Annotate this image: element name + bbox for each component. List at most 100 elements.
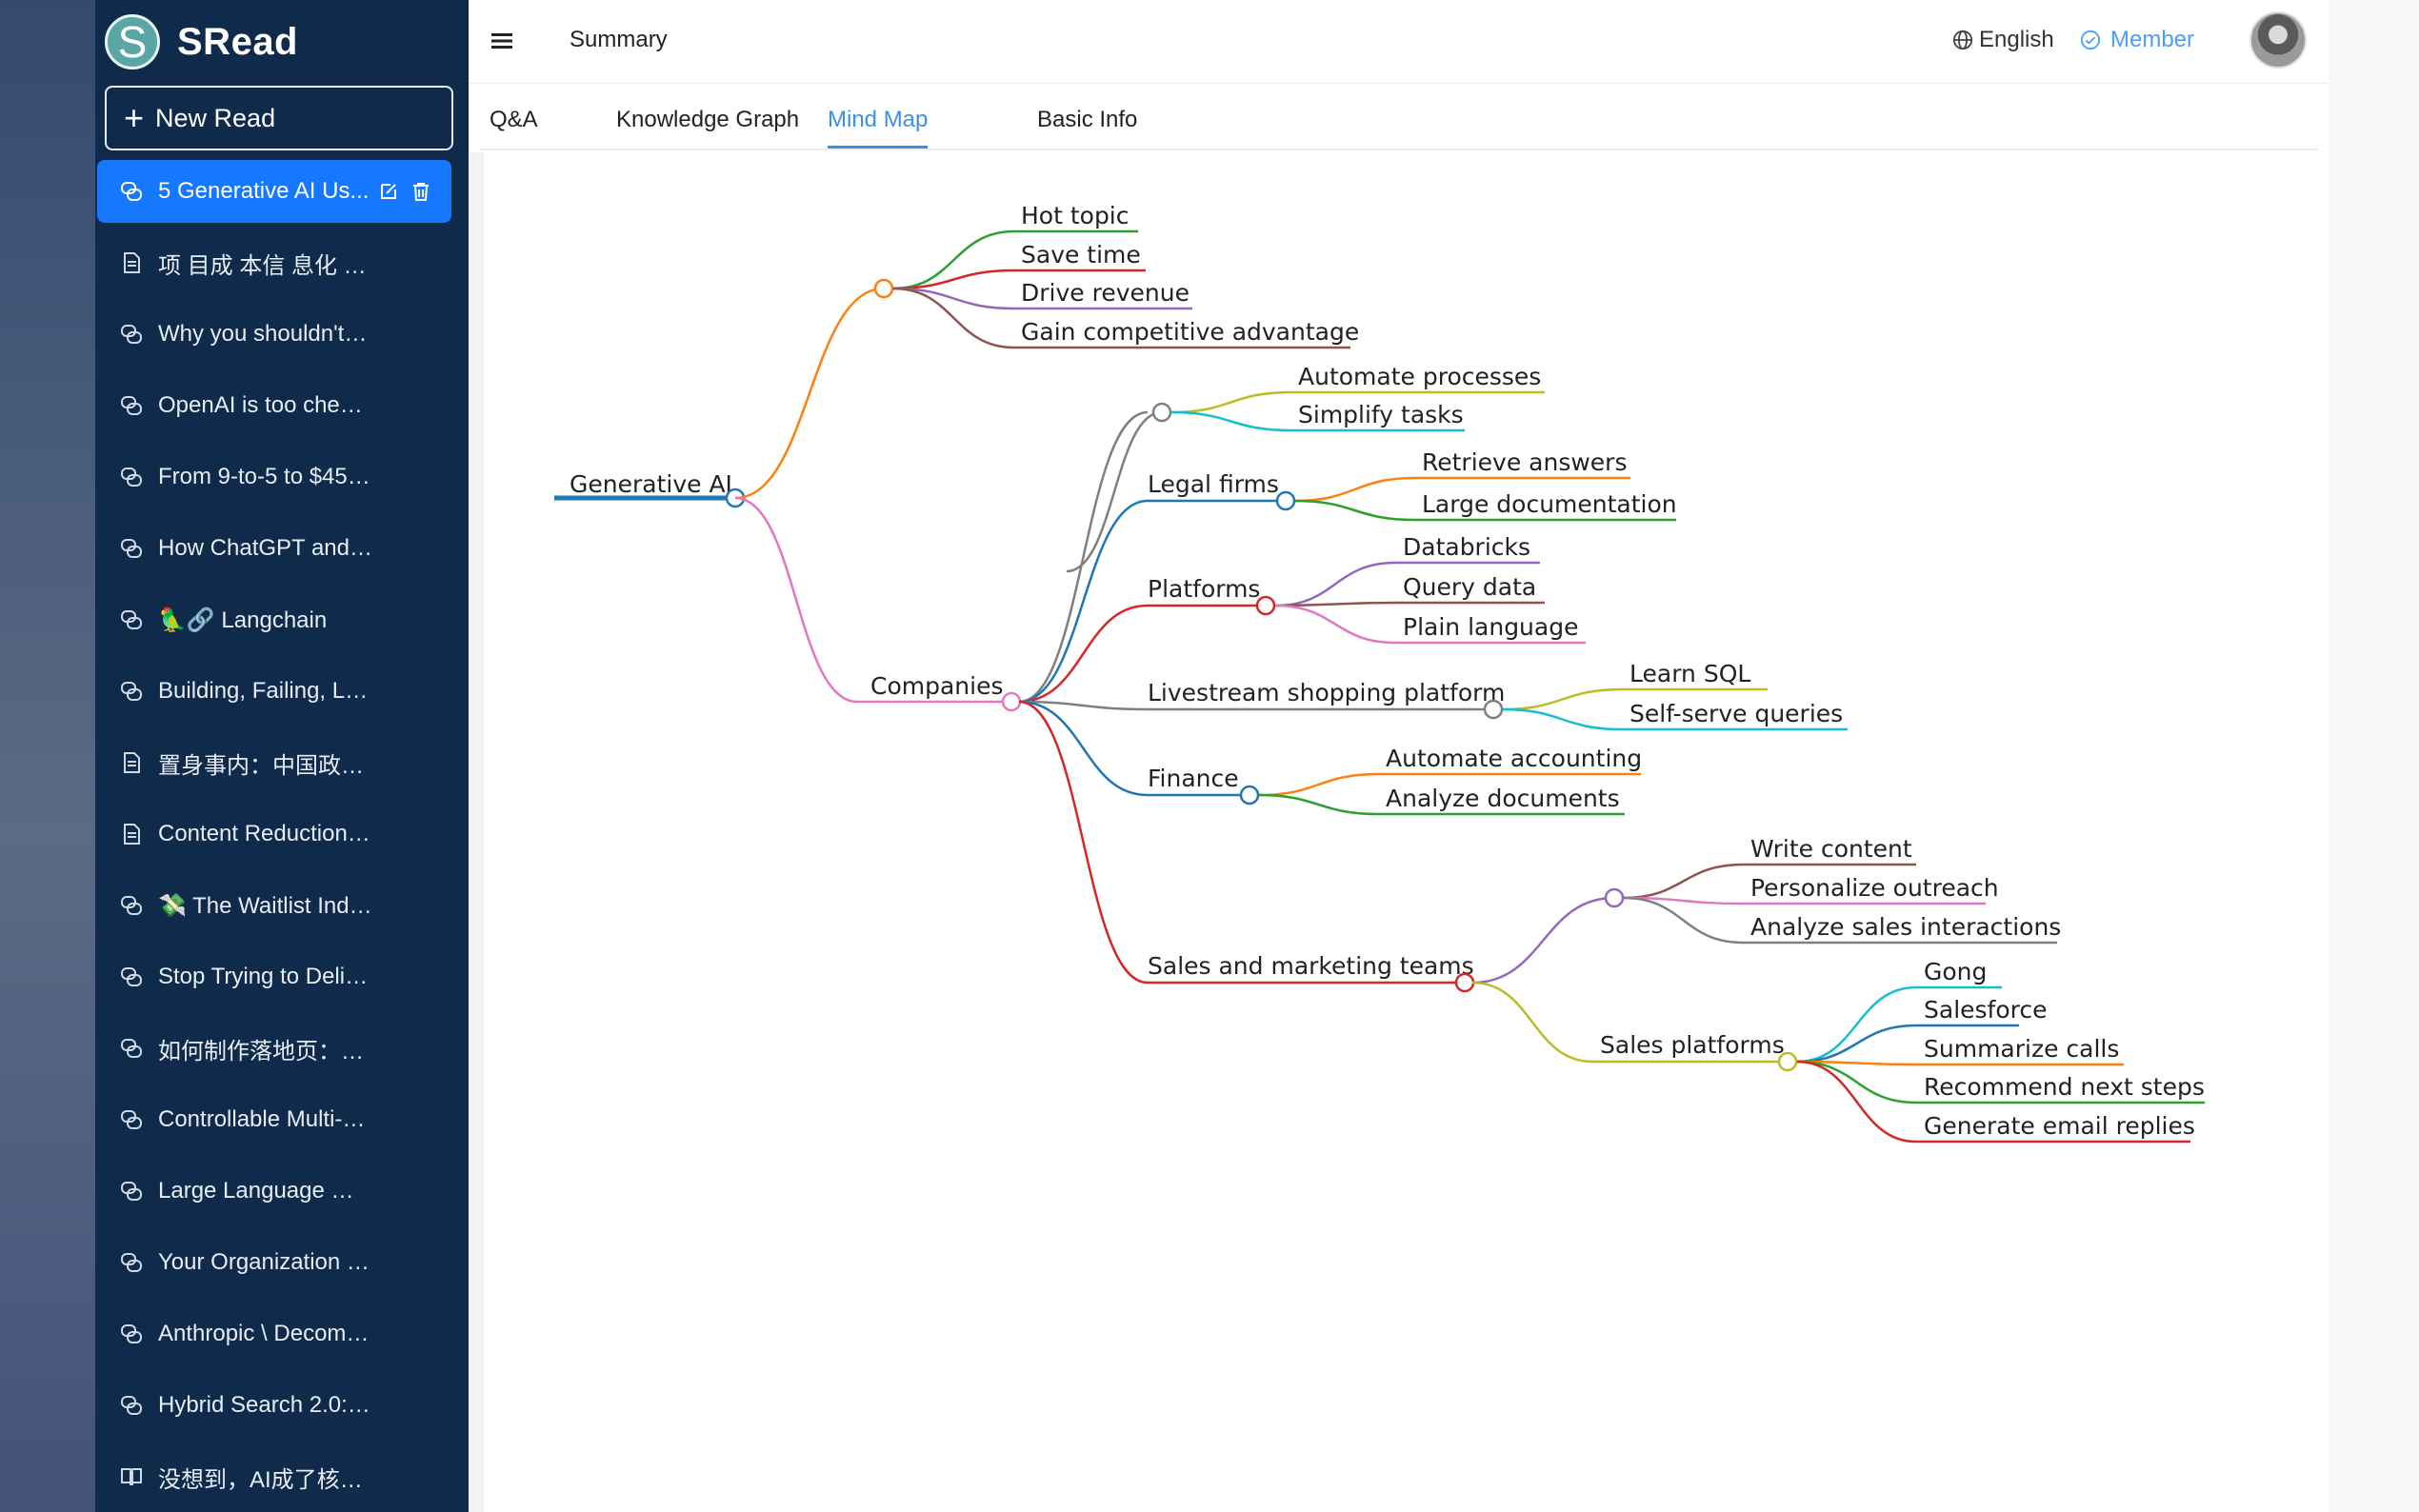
mindmap-node-label: Simplify tasks bbox=[1298, 401, 1464, 428]
mindmap-node-label: Automate accounting bbox=[1386, 745, 1642, 772]
mindmap-connector bbox=[1471, 981, 1593, 1064]
mindmap-node-label: Large documentation bbox=[1422, 490, 1677, 518]
sidebar-item[interactable]: 项 目成 本信 息化 管理 初探 bbox=[97, 231, 451, 294]
mindmap-connector bbox=[1018, 700, 1149, 797]
mindmap-connector bbox=[1471, 896, 1615, 985]
mindmap-node-label: Analyze sales interactions bbox=[1750, 913, 2061, 941]
sidebar-item[interactable]: Controllable Multi-docu... bbox=[97, 1088, 451, 1151]
sidebar-item[interactable]: Hybrid Search 2.0: The P... bbox=[97, 1374, 451, 1437]
mindmap-node-label: Gain competitive advantage bbox=[1021, 318, 1359, 346]
sidebar-item[interactable]: Stop Trying to Delight Yo... bbox=[97, 945, 451, 1008]
sidebar-item-label: From 9-to-5 to $45K/Mo... bbox=[158, 464, 372, 489]
sidebar-item-label: 没想到，AI成了核能最佳... bbox=[158, 1466, 372, 1493]
sidebar-item[interactable]: Building, Failing, Learnin... bbox=[97, 660, 451, 723]
sidebar-item[interactable]: OpenAI is too cheap to b... bbox=[97, 374, 451, 437]
mindmap-node-label: Save time bbox=[1021, 241, 1141, 269]
sidebar-item-label: Stop Trying to Delight Yo... bbox=[158, 964, 372, 989]
document-icon bbox=[118, 749, 145, 776]
chat-link-icon bbox=[118, 964, 145, 990]
mindmap-node-label: Learn SQL bbox=[1629, 660, 1750, 687]
mindmap-node-label: Legal firms bbox=[1148, 470, 1279, 498]
sidebar-item[interactable]: Why you shouldn't join Y... bbox=[97, 303, 451, 366]
sidebar-item-label: Your Organization Proba... bbox=[158, 1249, 372, 1275]
mindmap-node-label: Query data bbox=[1403, 573, 1536, 601]
document-list: 5 Generative AI Us... 项 目成 本信 息化 管理 初探 Why… bbox=[97, 160, 451, 1512]
sidebar-item[interactable]: 如何制作落地页：保姆级... bbox=[97, 1017, 451, 1080]
item-actions bbox=[378, 181, 431, 202]
avatar[interactable] bbox=[2249, 11, 2307, 69]
plus-icon: + bbox=[124, 98, 145, 137]
sidebar-item[interactable]: From 9-to-5 to $45K/Mo... bbox=[97, 446, 451, 508]
sidebar-item-label: 💸 The Waitlist Indie Saa... bbox=[158, 892, 372, 919]
sidebar-item-label: 置身事内：中国政府与经... bbox=[158, 752, 372, 779]
sidebar-item-label: 🦜🔗 Langchain bbox=[158, 607, 328, 633]
desktop-background bbox=[0, 0, 95, 1512]
mindmap-node-label: Platforms bbox=[1148, 575, 1260, 603]
mindmap-node-dot bbox=[1454, 972, 1475, 993]
chat-link-icon bbox=[118, 321, 145, 348]
document-icon bbox=[118, 821, 145, 847]
tab-mind-map[interactable]: Mind Map bbox=[828, 107, 929, 149]
delete-icon[interactable] bbox=[410, 181, 431, 202]
chat-link-icon bbox=[118, 678, 145, 705]
mindmap-node-dot bbox=[1255, 595, 1276, 616]
menu-toggle-icon[interactable] bbox=[488, 27, 516, 55]
mindmap-connector bbox=[1018, 410, 1149, 704]
sidebar-item-label: Anthropic \ Decomposin... bbox=[158, 1321, 372, 1346]
sidebar-item-label: 5 Generative AI Us... bbox=[158, 178, 370, 204]
mindmap-node-label: Self-serve queries bbox=[1629, 700, 1843, 727]
globe-icon bbox=[1952, 30, 1973, 50]
sidebar-item[interactable]: How ChatGPT and other ... bbox=[97, 517, 451, 580]
book-icon bbox=[118, 1463, 145, 1490]
mindmap-node-dot bbox=[1001, 691, 1022, 712]
chat-link-icon bbox=[118, 1321, 145, 1347]
mindmap-connector bbox=[1274, 561, 1396, 607]
sidebar-item-label: Why you shouldn't join Y... bbox=[158, 321, 372, 347]
mindmap-node-dot bbox=[1604, 887, 1625, 908]
app-logo[interactable]: S SRead bbox=[105, 11, 298, 72]
mindmap-node-label: Sales and marketing teams bbox=[1148, 952, 1474, 980]
mindmap-node-label: Salesforce bbox=[1924, 996, 2048, 1024]
sidebar-item[interactable]: 5 Generative AI Us... bbox=[97, 160, 451, 223]
tab-knowledge-graph[interactable]: Knowledge Graph bbox=[616, 107, 799, 149]
mindmap-node-label: Databricks bbox=[1403, 533, 1530, 561]
mindmap-connector bbox=[1502, 707, 1623, 731]
chat-link-icon bbox=[118, 464, 145, 490]
chat-link-icon bbox=[118, 892, 145, 919]
top-bar: Summary English Member bbox=[469, 0, 2329, 84]
mindmap-connector bbox=[1796, 985, 1917, 1064]
page-title: Summary bbox=[570, 27, 668, 52]
sidebar-item[interactable]: 🦜🔗 Langchain bbox=[97, 588, 451, 651]
mindmap-node-label: Hot topic bbox=[1021, 202, 1130, 229]
sidebar-item[interactable]: Your Organization Proba... bbox=[97, 1231, 451, 1294]
sidebar-item-label: Content Reduction, Surp... bbox=[158, 821, 372, 846]
mindmap-node-label: Generate email replies bbox=[1924, 1112, 2195, 1140]
edit-icon[interactable] bbox=[378, 181, 399, 202]
mindmap-node-label: Companies bbox=[870, 672, 1004, 700]
sidebar-item-label: Controllable Multi-docu... bbox=[158, 1106, 372, 1132]
sidebar-item[interactable]: Anthropic \ Decomposin... bbox=[97, 1303, 451, 1365]
mindmap-node-label: Generative AI bbox=[570, 470, 732, 498]
mindmap-node-label: Summarize calls bbox=[1924, 1035, 2119, 1063]
sidebar: S SRead + New Read 5 Generative AI Us...… bbox=[95, 0, 561, 1512]
mindmap-connector bbox=[1623, 863, 1744, 900]
member-link[interactable]: Member bbox=[2080, 27, 2194, 53]
mindmap-connector bbox=[1258, 772, 1379, 797]
sidebar-item[interactable]: 💸 The Waitlist Indie Saa... bbox=[97, 874, 451, 937]
app-name: SRead bbox=[177, 20, 298, 63]
mind-map: Generative AI Hot topic Save time Drive rev… bbox=[554, 202, 2205, 1144]
sidebar-item[interactable]: 没想到，AI成了核能最佳... bbox=[97, 1445, 451, 1508]
member-label: Member bbox=[2110, 27, 2195, 52]
sidebar-item[interactable]: Large Language Models ... bbox=[97, 1160, 451, 1223]
tab-q-a[interactable]: Q&A bbox=[490, 107, 538, 149]
mindmap-node-dot bbox=[1239, 785, 1260, 806]
mindmap-connector bbox=[1018, 499, 1149, 704]
sidebar-item-label: 项 目成 本信 息化 管理 初探 bbox=[158, 252, 372, 279]
sidebar-item-label: Hybrid Search 2.0: The P... bbox=[158, 1392, 372, 1418]
sidebar-item[interactable]: Content Reduction, Surp... bbox=[97, 803, 451, 865]
tab-basic-info[interactable]: Basic Info bbox=[1037, 107, 1137, 149]
new-read-button[interactable]: + New Read bbox=[105, 86, 453, 150]
sidebar-item[interactable]: 置身事内：中国政府与经... bbox=[97, 731, 451, 794]
mindmap-connector bbox=[1796, 1024, 1917, 1064]
language-switcher[interactable]: English bbox=[1952, 27, 2054, 53]
